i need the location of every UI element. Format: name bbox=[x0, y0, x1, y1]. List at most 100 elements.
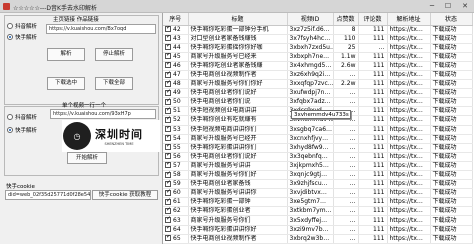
radio-douyin-top[interactable]: 抖音解析 bbox=[7, 22, 37, 30]
table-row[interactable]: 57 商家号升级服务号讲讲3xjkpmxh5……111https://tx…下载成… bbox=[163, 161, 473, 172]
checkbox-icon[interactable] bbox=[165, 152, 171, 160]
url-input-top[interactable]: https://v.kuaishou.com/Bx7oqd bbox=[46, 24, 156, 34]
row-checkbox-cell[interactable]: 45 bbox=[163, 52, 189, 62]
table-row[interactable]: 46 快手喊你吃创业者家备钱赚3x4xhmgd5…2.6w111https://t… bbox=[163, 61, 473, 71]
row-index: 46 bbox=[173, 61, 181, 69]
url-input-bottom[interactable]: https://v.kuaishou.com/93xH7p bbox=[50, 109, 156, 119]
checkbox-icon[interactable] bbox=[165, 52, 171, 60]
row-checkbox-cell[interactable]: 47 bbox=[163, 70, 189, 81]
table-row[interactable]: 59 快手电商创业者家备钱3x9zhjfscu……111https://tx…下载… bbox=[163, 179, 473, 190]
radio-douyin-bottom[interactable]: 抖音解析 bbox=[7, 113, 37, 121]
checkbox-icon[interactable] bbox=[165, 143, 171, 151]
column-header[interactable]: 评论数 bbox=[358, 13, 388, 26]
start-parse-button[interactable]: 开始解析 bbox=[67, 152, 107, 164]
checkbox-icon[interactable] bbox=[165, 61, 171, 69]
row-checkbox-cell[interactable]: 58 bbox=[163, 170, 189, 181]
checkbox-icon[interactable] bbox=[165, 161, 171, 169]
checkbox-icon[interactable] bbox=[165, 98, 171, 105]
row-checkbox-cell[interactable]: 43 bbox=[163, 34, 189, 44]
checkbox-icon[interactable] bbox=[165, 234, 171, 242]
row-checkbox-cell[interactable]: 63 bbox=[163, 215, 189, 226]
radio-kuaishou-top[interactable]: 快手解析 bbox=[7, 33, 37, 41]
row-checkbox-cell[interactable]: 65 bbox=[163, 234, 189, 244]
checkbox-icon[interactable] bbox=[165, 216, 171, 224]
table-row[interactable]: 53 快手短视频电商讲讲你们3xsgbq7ca6……111https://tx…下… bbox=[163, 125, 473, 135]
table-cell: 111 bbox=[358, 79, 388, 90]
video-table[interactable]: 序号标题视频ID点赞数评论数解析地址状态 42 快手喊你吃彩蛋一部钟分手机3xz7… bbox=[162, 13, 474, 244]
column-header[interactable]: 点赞数 bbox=[333, 13, 359, 26]
row-checkbox-cell[interactable]: 55 bbox=[163, 143, 189, 153]
column-header[interactable]: 状态 bbox=[430, 13, 473, 26]
checkbox-icon[interactable] bbox=[165, 34, 171, 42]
maximize-button[interactable]: ☐ bbox=[441, 1, 455, 12]
minimize-button[interactable]: ─ bbox=[425, 1, 439, 12]
table-row[interactable]: 45 商家号升级服务号已经来3xbxph7ne…1.1w111https://tx… bbox=[163, 52, 473, 62]
cookie-input[interactable]: did=web_02f35d25771d0f28e54e07ef2e166 bbox=[5, 190, 91, 200]
checkbox-icon[interactable] bbox=[165, 70, 171, 78]
row-checkbox-cell[interactable]: 60 bbox=[163, 188, 189, 199]
table-cell: 3xxqfqp7zvc… bbox=[287, 79, 334, 90]
row-checkbox-cell[interactable]: 61 bbox=[163, 197, 189, 208]
table-row[interactable]: 65 快手电商创业视频制作者3xbrq2w3b……111https://tx…下载… bbox=[163, 234, 473, 244]
row-checkbox-cell[interactable]: 54 bbox=[163, 134, 189, 144]
cookie-tutorial-button[interactable]: 快手cookie 获取教程 bbox=[92, 190, 158, 200]
row-checkbox-cell[interactable]: 56 bbox=[163, 152, 189, 162]
table-row[interactable]: 48 商家号升级服务号你们你好3xxqfqp7zvc…2.2w111https:/… bbox=[163, 79, 473, 90]
table-row[interactable]: 49 快手电商创业者你们说好3xufwdpj7n……111https://tx…下… bbox=[163, 88, 473, 99]
table-row[interactable]: 61 快手喊你吃彩蛋一部钟3xe5gtm7……111https://tx…下载成功 bbox=[163, 197, 473, 208]
row-checkbox-cell[interactable]: 49 bbox=[163, 88, 189, 99]
table-row[interactable]: 47 快手电商创业视频制作者3xz6xh9q2i……111https://tx…下… bbox=[163, 70, 473, 81]
stop-parse-button[interactable]: 停止解析 bbox=[95, 48, 133, 61]
table-row[interactable]: 64 快手喊你吃彩蛋讲讲你好3xzi9mv7b……111https://tx…下载… bbox=[163, 225, 473, 235]
row-checkbox-cell[interactable]: 46 bbox=[163, 61, 189, 71]
row-checkbox-cell[interactable]: 50 bbox=[163, 97, 189, 108]
row-checkbox-cell[interactable]: 53 bbox=[163, 125, 189, 135]
checkbox-icon[interactable] bbox=[165, 107, 171, 114]
table-row[interactable]: 43 对口型创业者家备钱赚钱3x7fsyh4hc…110111https://tx… bbox=[163, 34, 473, 44]
download-selected-button[interactable]: 下载选中 bbox=[47, 77, 85, 90]
table-row[interactable]: 42 快手喊你吃彩蛋一部钟分手机3xz7z5if.d6…8111https://t… bbox=[163, 25, 473, 35]
row-checkbox-cell[interactable]: 44 bbox=[163, 43, 189, 53]
checkbox-icon[interactable] bbox=[165, 207, 171, 214]
checkbox-icon[interactable] bbox=[165, 180, 171, 187]
close-button[interactable]: ✕ bbox=[458, 1, 472, 12]
checkbox-icon[interactable] bbox=[165, 198, 171, 205]
column-header[interactable]: 视频ID bbox=[287, 13, 334, 26]
column-header[interactable]: 序号 bbox=[163, 13, 189, 26]
table-row[interactable]: 63 商家号升级服务号你们3x5xdyffej……111https://tx…下载… bbox=[163, 215, 473, 226]
table-cell: 3xufwdpj7n… bbox=[287, 88, 334, 99]
row-checkbox-cell[interactable]: 62 bbox=[163, 206, 189, 217]
column-header[interactable]: 标题 bbox=[188, 13, 288, 26]
row-checkbox-cell[interactable]: 59 bbox=[163, 179, 189, 190]
table-cell: 对口型创业者家备钱赚钱 bbox=[188, 34, 288, 44]
table-row[interactable]: 58 商家号升级服务号你们好3xqnjc9gtj……111https://tx…下… bbox=[163, 170, 473, 181]
checkbox-icon[interactable] bbox=[165, 134, 171, 142]
row-checkbox-cell[interactable]: 64 bbox=[163, 225, 189, 235]
table-row[interactable]: 60 商家号升级服务号讲讲你3xvjdibtvx……111https://tx…下… bbox=[163, 188, 473, 199]
parse-button[interactable]: 解析 bbox=[47, 48, 85, 61]
checkbox-icon[interactable] bbox=[165, 171, 171, 178]
table-row[interactable]: 50 快手电商创业者你们说3xfqbx7adz……111https://tx…下载… bbox=[163, 97, 473, 108]
checkbox-icon[interactable] bbox=[165, 116, 171, 123]
checkbox-icon[interactable] bbox=[165, 43, 171, 51]
checkbox-icon[interactable] bbox=[165, 89, 171, 96]
checkbox-icon[interactable] bbox=[165, 80, 171, 87]
radio-kuaishou-bottom[interactable]: 快手解析 bbox=[7, 126, 37, 134]
table-row[interactable]: 56 快手电商创业者你们说好3x3qebnfq……111https://tx…下载… bbox=[163, 152, 473, 162]
row-checkbox-cell[interactable]: 51 bbox=[163, 106, 189, 117]
table-row[interactable]: 54 商家号升级服务号已经开3xcnxhfjvy……111https://tx…下… bbox=[163, 134, 473, 144]
row-checkbox-cell[interactable]: 42 bbox=[163, 25, 189, 35]
row-checkbox-cell[interactable]: 57 bbox=[163, 161, 189, 172]
checkbox-icon[interactable] bbox=[165, 125, 171, 133]
row-checkbox-cell[interactable]: 52 bbox=[163, 115, 189, 126]
row-checkbox-cell[interactable]: 48 bbox=[163, 79, 189, 90]
table-row[interactable]: 62 快手喊你吃彩蛋创业者3xtkbm7ym……111https://tx…下载成… bbox=[163, 206, 473, 217]
table-cell: 111 bbox=[358, 25, 388, 35]
download-all-button[interactable]: 下载全部 bbox=[95, 77, 133, 90]
table-row[interactable]: 55 快手喊你吃彩蛋讲讲你们3xhyd8fw9……111https://tx…下载… bbox=[163, 143, 473, 153]
column-header[interactable]: 解析地址 bbox=[387, 13, 431, 26]
checkbox-icon[interactable] bbox=[165, 225, 171, 233]
checkbox-icon[interactable] bbox=[165, 25, 171, 33]
checkbox-icon[interactable] bbox=[165, 189, 171, 196]
table-row[interactable]: 44 快手喊你吃彩蛋摇你你好咖3xbxh7zxd5u…25…https://tx…… bbox=[163, 43, 473, 53]
